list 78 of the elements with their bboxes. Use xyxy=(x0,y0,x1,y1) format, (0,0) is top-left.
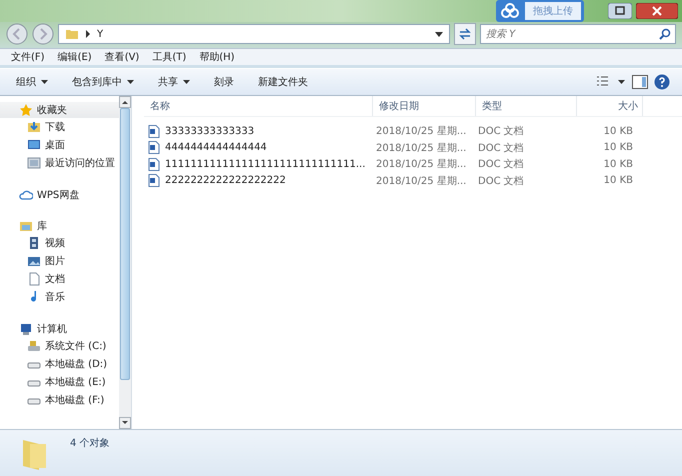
menu-item[interactable]: 编辑(E) xyxy=(58,50,92,64)
scroll-thumb[interactable] xyxy=(120,108,130,380)
toolbar-button[interactable]: 组织 xyxy=(8,72,58,92)
toolbar-button[interactable]: 包含到库中 xyxy=(64,72,144,92)
table-cell-text: 10 KB xyxy=(602,126,634,137)
maximize-button[interactable] xyxy=(608,3,632,19)
file-name[interactable]: 33333333333333 xyxy=(165,126,254,137)
sidebar-group[interactable]: 计算机 xyxy=(0,321,119,337)
desktop-icon xyxy=(27,138,41,152)
cloud-icon xyxy=(499,3,521,19)
refresh-button[interactable] xyxy=(454,23,476,45)
dropdown-arrow-icon xyxy=(435,32,443,36)
sidebar-item[interactable]: 文档 xyxy=(0,270,119,288)
table-cell-text: 10 KB xyxy=(602,158,634,170)
sidebar-group[interactable]: WPS网盘 xyxy=(0,187,119,203)
cloud-icon xyxy=(19,188,33,202)
scroll-down-button[interactable] xyxy=(119,417,131,429)
breadcrumb-arrow-icon xyxy=(85,30,91,38)
sidebar-item[interactable]: 最近访问的位置 xyxy=(0,154,119,172)
table-cell-text: DOC 文档 xyxy=(477,124,525,138)
sidebar-item[interactable]: 系统文件 (C:) xyxy=(0,337,119,355)
sidebar-item[interactable]: 本地磁盘 (F:) xyxy=(0,391,119,409)
sidebar-item[interactable]: 图片 xyxy=(0,252,119,270)
sidebar-item[interactable]: 本地磁盘 (E:) xyxy=(0,373,119,391)
recent-places-icon xyxy=(27,156,41,170)
download-folder-icon xyxy=(27,120,41,134)
column-header[interactable]: 类型 xyxy=(476,96,577,116)
menu-item[interactable]: 工具(T) xyxy=(152,50,186,64)
sidebar-item[interactable]: 下载 xyxy=(0,118,119,136)
table-cell-text: 10 KB xyxy=(602,142,634,154)
table-cell-text: 2018/10/25 星期... xyxy=(375,142,468,155)
picture-icon xyxy=(27,254,41,268)
table-cell-text: 2018/10/25 星期... xyxy=(375,124,468,138)
library-icon xyxy=(19,219,33,233)
file-name[interactable]: 4444444444444444 xyxy=(165,142,267,154)
file-name[interactable]: 2222222222222222222 xyxy=(165,175,286,186)
table-cell-text: 2018/10/25 星期... xyxy=(375,158,468,172)
toolbar-button[interactable]: 新建文件夹 xyxy=(250,72,318,92)
sidebar-item[interactable]: 音乐 xyxy=(0,288,119,306)
help-button[interactable] xyxy=(654,74,670,90)
menu-item[interactable]: 查看(V) xyxy=(104,50,140,64)
column-header[interactable]: 修改日期 xyxy=(373,96,476,116)
word-document-icon xyxy=(148,174,160,188)
table-cell-text: 2018/10/25 星期... xyxy=(375,174,468,188)
scrollbar[interactable] xyxy=(119,96,131,429)
address-path[interactable]: Y xyxy=(97,28,104,40)
scroll-up-button[interactable] xyxy=(119,96,131,108)
star-icon xyxy=(19,103,33,117)
menu-item[interactable]: 帮助(H) xyxy=(199,50,235,64)
computer-icon xyxy=(19,322,33,336)
search-button[interactable] xyxy=(659,28,671,40)
menu-item[interactable]: 文件(F) xyxy=(11,50,45,64)
table-cell-text: DOC 文档 xyxy=(477,158,525,172)
word-document-icon xyxy=(148,124,160,138)
column-header[interactable]: 大小 xyxy=(577,96,643,116)
item-count: 4 个对象 xyxy=(70,436,110,450)
word-document-icon xyxy=(148,141,160,154)
close-button[interactable] xyxy=(636,3,678,19)
document-icon xyxy=(27,272,41,286)
word-document-icon xyxy=(148,158,160,171)
address-bar[interactable]: Y xyxy=(58,24,450,44)
column-header[interactable]: 名称 xyxy=(144,96,373,116)
sidebar-item[interactable]: 本地磁盘 (D:) xyxy=(0,355,119,373)
table-cell-text: DOC 文档 xyxy=(477,174,525,188)
sidebar-item[interactable]: 桌面 xyxy=(0,136,119,154)
sidebar-group[interactable]: 库 xyxy=(0,218,119,234)
toolbar-button[interactable]: 共享 xyxy=(150,72,200,92)
search-field[interactable]: 搜索 Y xyxy=(480,24,676,44)
video-icon xyxy=(27,236,41,250)
preview-pane-button[interactable] xyxy=(632,75,648,89)
toolbar-button[interactable]: 刻录 xyxy=(206,72,244,92)
table-cell-text: 10 KB xyxy=(602,175,634,186)
table-cell-text: DOC 文档 xyxy=(477,142,525,155)
sidebar-item[interactable]: 视频 xyxy=(0,234,119,252)
file-name[interactable]: 111111111111111111111111111111... xyxy=(165,158,366,170)
sidebar-group[interactable]: 收藏夹 xyxy=(0,102,119,118)
system-drive-icon xyxy=(27,339,41,353)
folder-icon xyxy=(65,28,79,40)
